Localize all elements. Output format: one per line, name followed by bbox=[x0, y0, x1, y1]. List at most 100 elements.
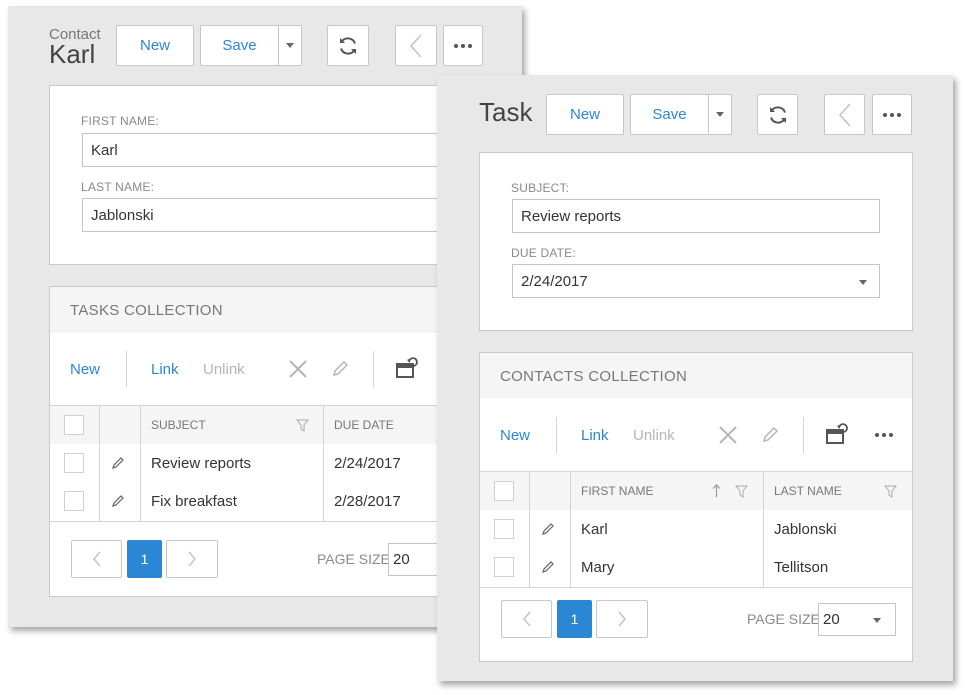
page-size-value: 20 bbox=[823, 611, 840, 628]
more-icon bbox=[454, 43, 472, 48]
open-window-icon bbox=[396, 357, 418, 378]
select-all-checkbox[interactable] bbox=[494, 472, 514, 510]
row-edit-button[interactable] bbox=[111, 482, 125, 520]
close-icon bbox=[719, 426, 737, 444]
open-in-new-window-button[interactable] bbox=[826, 423, 848, 445]
column-divider bbox=[763, 471, 764, 587]
collection-new-button[interactable]: New bbox=[500, 427, 530, 444]
column-header-due-date[interactable]: DUE DATE bbox=[334, 406, 394, 444]
arrow-up-icon bbox=[712, 484, 721, 497]
column-divider bbox=[99, 405, 100, 521]
contacts-collection-title: CONTACTS COLLECTION bbox=[480, 353, 912, 399]
filter-icon bbox=[296, 419, 309, 432]
due-date-field[interactable]: 2/24/2017 bbox=[512, 264, 880, 298]
save-split-button: Save bbox=[630, 94, 732, 135]
row-checkbox[interactable] bbox=[64, 444, 84, 482]
pager-prev-button[interactable] bbox=[71, 540, 122, 578]
collection-link-button[interactable]: Link bbox=[151, 361, 179, 378]
pager-next-button[interactable] bbox=[166, 540, 218, 578]
back-icon bbox=[838, 102, 851, 127]
back-button[interactable] bbox=[395, 25, 437, 66]
sort-ascending-indicator[interactable] bbox=[712, 484, 721, 498]
due-date-label: DUE DATE: bbox=[511, 246, 576, 260]
save-dropdown-button[interactable] bbox=[709, 95, 731, 134]
refresh-button[interactable] bbox=[757, 94, 798, 135]
row-edit-button[interactable] bbox=[541, 510, 555, 548]
collection-unlink-button[interactable]: Unlink bbox=[203, 361, 245, 378]
delete-button[interactable] bbox=[288, 359, 308, 379]
edit-button[interactable] bbox=[760, 425, 780, 445]
back-icon bbox=[409, 33, 422, 58]
chevron-left-icon bbox=[522, 611, 531, 627]
more-button[interactable] bbox=[872, 94, 912, 135]
chevron-down-icon bbox=[859, 280, 867, 285]
cell-subject: Fix breakfast bbox=[151, 492, 237, 510]
cell-due-date: 2/28/2017 bbox=[334, 492, 401, 510]
row-checkbox[interactable] bbox=[64, 482, 84, 520]
page-size-select[interactable]: 20 bbox=[818, 603, 896, 636]
pager-page-current[interactable]: 1 bbox=[127, 540, 162, 578]
save-dropdown-button[interactable] bbox=[279, 26, 301, 65]
close-icon bbox=[289, 360, 307, 378]
filter-button[interactable] bbox=[296, 419, 309, 432]
more-icon bbox=[883, 112, 901, 117]
column-header-subject[interactable]: SUBJECT bbox=[151, 406, 206, 444]
chevron-down-icon bbox=[286, 43, 294, 48]
toolbar-separator bbox=[126, 351, 127, 387]
cell-last-name: Tellitson bbox=[774, 558, 829, 576]
new-button[interactable]: New bbox=[546, 94, 624, 135]
due-date-value: 2/24/2017 bbox=[521, 272, 588, 290]
filter-button[interactable] bbox=[735, 485, 748, 498]
chevron-right-icon bbox=[188, 551, 196, 567]
open-window-icon bbox=[826, 423, 848, 444]
task-form-panel: SUBJECT: Review reports DUE DATE: 2/24/2… bbox=[479, 152, 913, 331]
collection-link-button[interactable]: Link bbox=[581, 427, 609, 444]
task-window: Task New Save SUBJECT: Review reports DU… bbox=[437, 75, 953, 681]
pencil-icon bbox=[762, 426, 779, 443]
collection-unlink-button[interactable]: Unlink bbox=[633, 427, 675, 444]
row-checkbox[interactable] bbox=[494, 548, 514, 586]
column-header-last-name[interactable]: LAST NAME bbox=[774, 472, 842, 510]
column-divider bbox=[529, 471, 530, 587]
subject-field[interactable]: Review reports bbox=[512, 199, 880, 233]
pager-next-button[interactable] bbox=[596, 600, 648, 638]
collection-new-button[interactable]: New bbox=[70, 361, 100, 378]
more-button[interactable] bbox=[443, 25, 483, 66]
row-edit-button[interactable] bbox=[541, 548, 555, 586]
filter-button[interactable] bbox=[884, 485, 897, 498]
filter-icon bbox=[735, 485, 748, 498]
save-button[interactable]: Save bbox=[631, 95, 709, 134]
delete-button[interactable] bbox=[718, 425, 738, 445]
collection-more-button[interactable] bbox=[874, 432, 894, 438]
cell-subject: Review reports bbox=[151, 454, 252, 472]
page-title: Karl bbox=[49, 39, 96, 69]
more-icon bbox=[875, 433, 893, 437]
toolbar-separator bbox=[556, 417, 557, 453]
column-divider bbox=[323, 405, 324, 521]
refresh-button[interactable] bbox=[327, 25, 369, 66]
edit-button[interactable] bbox=[330, 359, 350, 379]
chevron-down-icon bbox=[716, 112, 724, 117]
table-row[interactable]: Karl Jablonski bbox=[480, 510, 912, 548]
pager-page-current[interactable]: 1 bbox=[557, 600, 592, 638]
back-button[interactable] bbox=[824, 94, 865, 135]
table-row[interactable]: Mary Tellitson bbox=[480, 548, 912, 586]
refresh-icon bbox=[769, 105, 786, 124]
page-size-label: PAGE SIZE bbox=[317, 551, 390, 567]
column-divider bbox=[570, 471, 571, 587]
subject-label: SUBJECT: bbox=[511, 181, 570, 195]
cell-first-name: Karl bbox=[581, 520, 608, 538]
pencil-icon bbox=[542, 561, 554, 573]
row-edit-button[interactable] bbox=[111, 444, 125, 482]
save-split-button: Save bbox=[200, 25, 302, 66]
toolbar-separator bbox=[803, 417, 804, 453]
save-button[interactable]: Save bbox=[201, 26, 279, 65]
column-header-first-name[interactable]: FIRST NAME bbox=[581, 472, 653, 510]
new-button[interactable]: New bbox=[116, 25, 194, 66]
select-all-checkbox[interactable] bbox=[64, 406, 84, 444]
chevron-left-icon bbox=[92, 551, 101, 567]
row-checkbox[interactable] bbox=[494, 510, 514, 548]
cell-due-date: 2/24/2017 bbox=[334, 454, 401, 472]
pager-prev-button[interactable] bbox=[501, 600, 552, 638]
open-in-new-window-button[interactable] bbox=[396, 357, 418, 379]
